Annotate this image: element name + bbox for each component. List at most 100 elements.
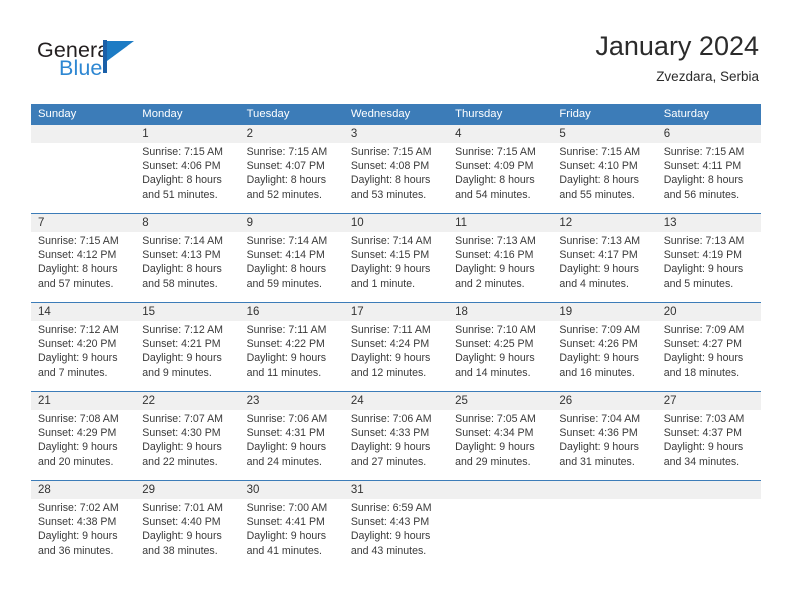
day-detail-line: Sunrise: 7:01 AM xyxy=(142,502,223,514)
day-number[interactable]: 30 xyxy=(240,481,344,499)
day-detail-line: and 14 minutes. xyxy=(455,366,531,379)
day-detail-line: Sunrise: 7:03 AM xyxy=(663,413,745,425)
day-detail-line: Sunrise: 7:02 AM xyxy=(38,502,119,514)
day-number-empty xyxy=(657,481,761,499)
day-detail-line: Sunset: 4:11 PM xyxy=(663,160,742,173)
day-number[interactable]: 9 xyxy=(240,214,344,232)
day-detail-line: and 20 minutes. xyxy=(38,455,114,468)
day-cell[interactable]: Sunrise: 6:59 AM Sunset: 4:43 PM Daylight:… xyxy=(344,499,448,569)
day-number[interactable]: 31 xyxy=(344,481,448,499)
day-number-row: 28 29 30 31 xyxy=(31,481,761,499)
day-detail-line: and 31 minutes. xyxy=(559,455,635,468)
day-detail-line: and 53 minutes. xyxy=(350,188,427,201)
day-number[interactable]: 6 xyxy=(657,125,761,143)
day-cell[interactable]: Sunrise: 7:00 AM Sunset: 4:41 PM Daylight:… xyxy=(240,499,344,569)
day-cell[interactable]: Sunrise: 7:15 AM Sunset: 4:09 PM Daylight:… xyxy=(448,143,552,213)
day-number[interactable]: 19 xyxy=(552,303,656,321)
day-detail-line: Sunset: 4:12 PM xyxy=(38,249,117,262)
day-number[interactable]: 22 xyxy=(135,392,239,410)
calendar-week-row: 28 29 30 31 Sunrise: 7:02 AM Sunset: 4:38 PM D… xyxy=(31,480,761,569)
day-number-row: 14 15 16 17 18 19 20 xyxy=(31,303,761,321)
calendar-week-row: 7 8 9 10 11 12 13 Sunrise: 7:15 AM Sunset: 4:12 … xyxy=(31,213,761,302)
day-number[interactable]: 21 xyxy=(31,392,135,410)
day-cell[interactable]: Sunrise: 7:15 AM Sunset: 4:10 PM Daylight:… xyxy=(552,143,656,213)
day-detail-line: Sunrise: 7:00 AM xyxy=(246,502,328,514)
day-number[interactable]: 12 xyxy=(552,214,656,232)
day-cell[interactable]: Sunrise: 7:08 AM Sunset: 4:29 PM Daylight:… xyxy=(31,410,135,480)
day-number[interactable]: 3 xyxy=(344,125,448,143)
day-cell[interactable]: Sunrise: 7:14 AM Sunset: 4:13 PM Daylight:… xyxy=(135,232,239,302)
day-detail-line: Daylight: 9 hours xyxy=(350,530,431,543)
day-number[interactable]: 14 xyxy=(31,303,135,321)
day-cell[interactable]: Sunrise: 7:10 AM Sunset: 4:25 PM Daylight:… xyxy=(448,321,552,391)
day-number[interactable]: 10 xyxy=(344,214,448,232)
weekday-header-friday: Friday xyxy=(559,108,591,120)
day-detail-row: Sunrise: 7:15 AM Sunset: 4:12 PM Daylight:… xyxy=(31,232,761,302)
day-cell[interactable]: Sunrise: 7:09 AM Sunset: 4:26 PM Daylight:… xyxy=(552,321,656,391)
day-cell[interactable]: Sunrise: 7:12 AM Sunset: 4:21 PM Daylight:… xyxy=(135,321,239,391)
day-number[interactable]: 2 xyxy=(240,125,344,143)
day-number[interactable]: 23 xyxy=(240,392,344,410)
day-number[interactable]: 8 xyxy=(135,214,239,232)
day-number[interactable]: 16 xyxy=(240,303,344,321)
day-cell[interactable]: Sunrise: 7:14 AM Sunset: 4:14 PM Daylight:… xyxy=(240,232,344,302)
day-cell[interactable]: Sunrise: 7:03 AM Sunset: 4:37 PM Daylight:… xyxy=(657,410,761,480)
day-detail-line: Sunrise: 7:15 AM xyxy=(142,146,223,158)
day-number[interactable]: 4 xyxy=(448,125,552,143)
day-cell[interactable]: Sunrise: 7:06 AM Sunset: 4:33 PM Daylight:… xyxy=(344,410,448,480)
day-number[interactable]: 7 xyxy=(31,214,135,232)
day-cell[interactable]: Sunrise: 7:11 AM Sunset: 4:24 PM Daylight:… xyxy=(344,321,448,391)
brand-logo: General Blue xyxy=(37,38,277,86)
day-detail-line: Sunset: 4:07 PM xyxy=(246,160,325,173)
day-number[interactable]: 29 xyxy=(135,481,239,499)
day-number[interactable]: 20 xyxy=(657,303,761,321)
day-number[interactable]: 27 xyxy=(657,392,761,410)
day-cell[interactable]: Sunrise: 7:12 AM Sunset: 4:20 PM Daylight:… xyxy=(31,321,135,391)
day-number[interactable]: 18 xyxy=(448,303,552,321)
day-number[interactable]: 24 xyxy=(344,392,448,410)
day-detail-line: Daylight: 9 hours xyxy=(246,352,327,365)
day-number[interactable]: 26 xyxy=(552,392,656,410)
day-number[interactable]: 25 xyxy=(448,392,552,410)
day-detail-line: Sunrise: 7:14 AM xyxy=(142,235,223,247)
day-detail-line: Sunrise: 7:09 AM xyxy=(663,324,745,336)
day-number[interactable]: 17 xyxy=(344,303,448,321)
day-number[interactable]: 1 xyxy=(135,125,239,143)
day-cell[interactable]: Sunrise: 7:15 AM Sunset: 4:11 PM Daylight:… xyxy=(657,143,761,213)
day-number[interactable]: 11 xyxy=(448,214,552,232)
day-detail-line: Sunset: 4:25 PM xyxy=(455,338,534,351)
day-detail-line: Sunset: 4:38 PM xyxy=(38,516,117,529)
day-detail-line: Sunset: 4:13 PM xyxy=(142,249,221,262)
day-cell[interactable]: Sunrise: 7:14 AM Sunset: 4:15 PM Daylight:… xyxy=(344,232,448,302)
day-detail-line: Daylight: 9 hours xyxy=(559,352,639,365)
day-cell[interactable]: Sunrise: 7:01 AM Sunset: 4:40 PM Daylight:… xyxy=(135,499,239,569)
day-cell[interactable]: Sunrise: 7:15 AM Sunset: 4:08 PM Daylight:… xyxy=(344,143,448,213)
day-cell[interactable]: Sunrise: 7:06 AM Sunset: 4:31 PM Daylight:… xyxy=(240,410,344,480)
day-detail-line: Sunset: 4:30 PM xyxy=(142,427,221,440)
day-cell[interactable]: Sunrise: 7:02 AM Sunset: 4:38 PM Daylight:… xyxy=(31,499,135,569)
calendar-week-row: 21 22 23 24 25 26 27 Sunrise: 7:08 AM Sunset: 4:… xyxy=(31,391,761,480)
day-number[interactable]: 5 xyxy=(552,125,656,143)
day-cell[interactable]: Sunrise: 7:07 AM Sunset: 4:30 PM Daylight:… xyxy=(135,410,239,480)
day-detail-line: and 57 minutes. xyxy=(38,277,114,290)
day-cell[interactable]: Sunrise: 7:11 AM Sunset: 4:22 PM Daylight:… xyxy=(240,321,344,391)
day-number[interactable]: 15 xyxy=(135,303,239,321)
day-detail-line: and 22 minutes. xyxy=(142,455,218,468)
day-cell[interactable]: Sunrise: 7:13 AM Sunset: 4:16 PM Daylight:… xyxy=(448,232,552,302)
day-cell[interactable]: Sunrise: 7:13 AM Sunset: 4:19 PM Daylight:… xyxy=(657,232,761,302)
day-detail-line: Sunset: 4:34 PM xyxy=(455,427,534,440)
day-cell[interactable]: Sunrise: 7:15 AM Sunset: 4:07 PM Daylight:… xyxy=(240,143,344,213)
day-detail-line: and 4 minutes. xyxy=(559,277,629,290)
day-number[interactable]: 13 xyxy=(657,214,761,232)
day-cell[interactable]: Sunrise: 7:05 AM Sunset: 4:34 PM Daylight:… xyxy=(448,410,552,480)
day-detail-line: and 52 minutes. xyxy=(246,188,322,201)
day-cell[interactable]: Sunrise: 7:13 AM Sunset: 4:17 PM Daylight:… xyxy=(552,232,656,302)
day-cell[interactable]: Sunrise: 7:15 AM Sunset: 4:06 PM Daylight:… xyxy=(135,143,239,213)
day-cell[interactable]: Sunrise: 7:09 AM Sunset: 4:27 PM Daylight:… xyxy=(657,321,761,391)
day-cell[interactable]: Sunrise: 7:15 AM Sunset: 4:12 PM Daylight:… xyxy=(31,232,135,302)
day-detail-line: Sunset: 4:26 PM xyxy=(559,338,638,351)
day-cell[interactable]: Sunrise: 7:04 AM Sunset: 4:36 PM Daylight:… xyxy=(552,410,656,480)
day-number[interactable]: 28 xyxy=(31,481,135,499)
day-detail-line: Sunrise: 7:15 AM xyxy=(455,146,536,158)
day-detail-line: and 2 minutes. xyxy=(455,277,525,290)
